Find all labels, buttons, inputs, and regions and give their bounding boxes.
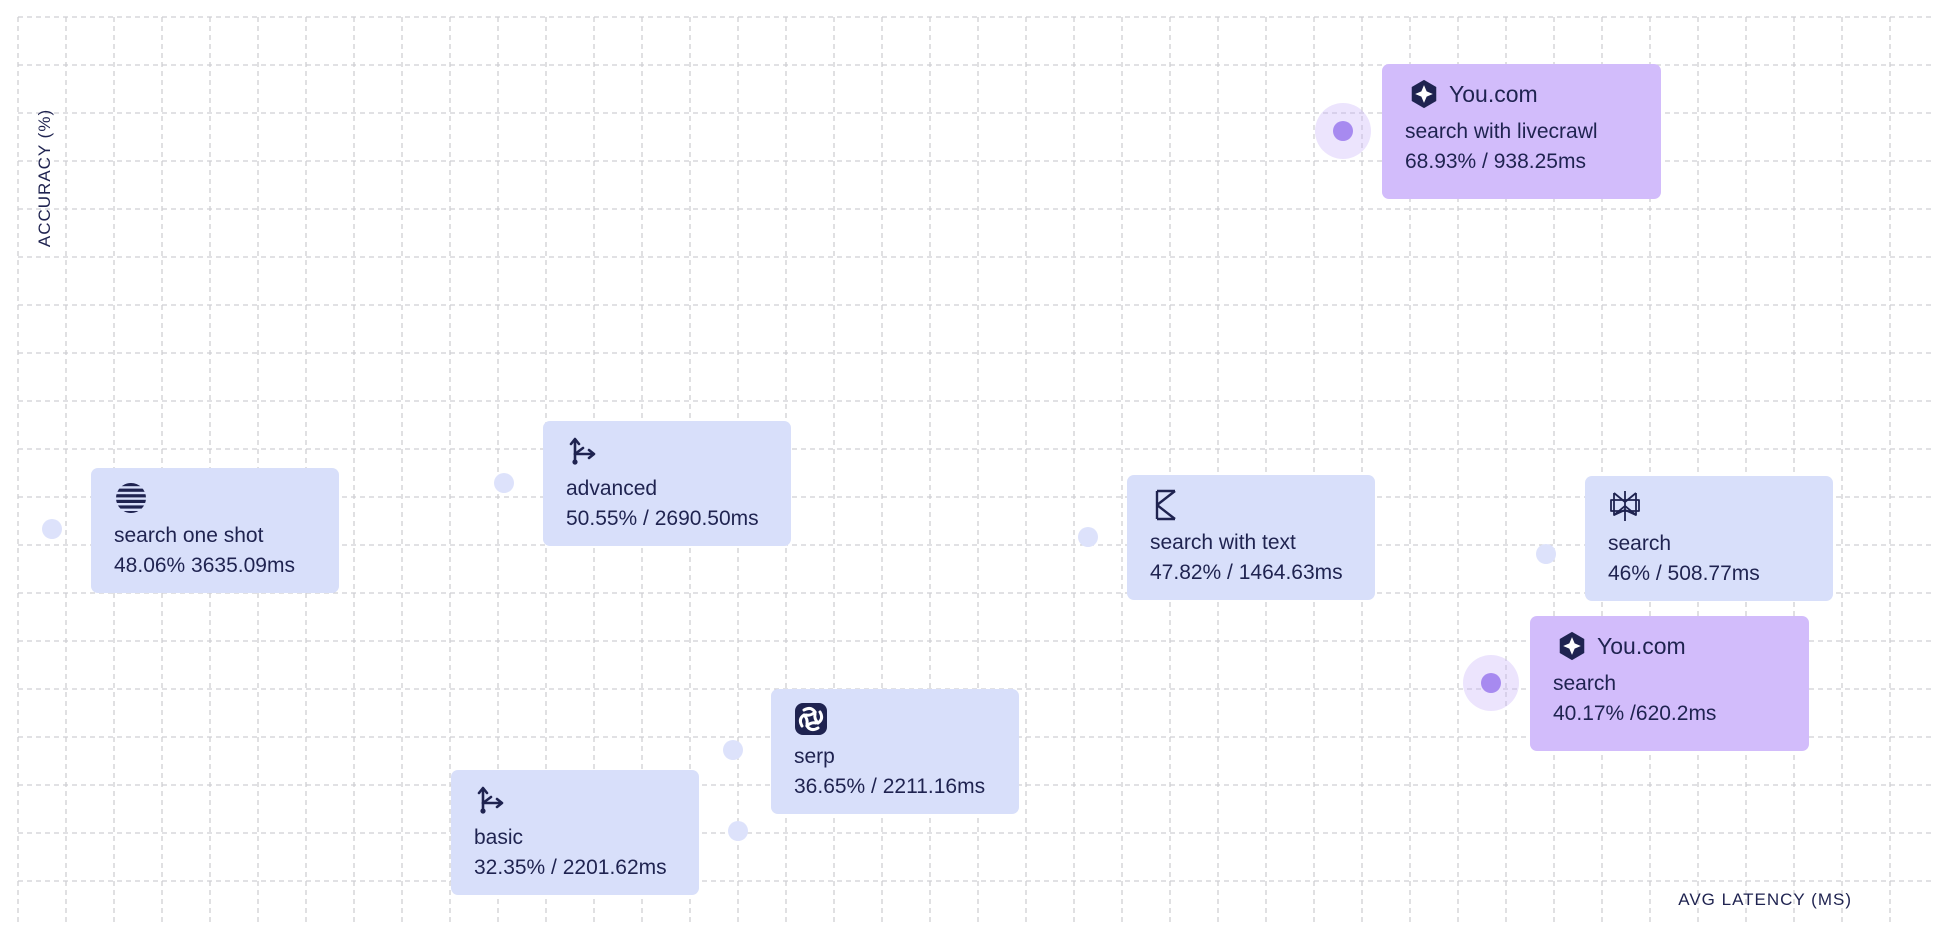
point-name: advanced: [566, 477, 658, 500]
data-point-search: [1536, 544, 1556, 564]
data-label-card-search-one-shot: search one shot 48.06% 3635.09ms: [91, 468, 339, 593]
branch-arrows-icon: [474, 783, 508, 817]
swirl-square-icon: [794, 702, 828, 736]
brand-row: You.com: [1405, 77, 1638, 111]
data-label-card-basic: basic 32.35% / 2201.62ms: [451, 770, 699, 895]
point-metric: 68.93% / 938.25ms: [1405, 150, 1586, 173]
point-metric: 36.65% / 2211.16ms: [794, 775, 986, 798]
star-lattice-icon: [1608, 489, 1642, 523]
data-point-basic: [728, 821, 748, 841]
you-com-logo-icon: [1409, 79, 1439, 109]
point-name: serp: [794, 745, 835, 768]
branch-arrows-icon: [566, 434, 600, 468]
data-point-advanced: [494, 473, 514, 493]
y-axis-label: ACCURACY (%): [35, 108, 54, 248]
point-metric: 46% / 508.77ms: [1608, 562, 1760, 585]
data-label-card-serp: serp 36.65% / 2211.16ms: [771, 689, 1019, 814]
point-name: search with livecrawl: [1405, 120, 1598, 143]
point-name: basic: [474, 826, 524, 849]
data-point-you-com-search-with-livecrawl: [1333, 121, 1353, 141]
scatter-chart: You.com search with livecrawl 68.93% / 938…: [0, 0, 1948, 942]
point-metric: 47.82% / 1464.63ms: [1150, 561, 1343, 584]
striped-globe-icon: [114, 481, 148, 515]
point-name: search one shot: [114, 524, 264, 547]
brand-name: You.com: [1597, 632, 1686, 659]
point-metric: 50.55% / 2690.50ms: [566, 507, 759, 530]
data-label-card-you-com-search-with-livecrawl: You.com search with livecrawl 68.93% / 938…: [1382, 64, 1661, 199]
point-name: search: [1608, 532, 1672, 555]
point-metric: 40.17% /620.2ms: [1553, 702, 1717, 725]
brand-name: You.com: [1449, 80, 1538, 107]
hourglass-k-icon: [1150, 488, 1184, 522]
data-point-you-com-search: [1481, 673, 1501, 693]
data-point-serp: [723, 740, 743, 760]
point-name: search with text: [1150, 531, 1296, 554]
data-label-card-you-com-search: You.com search 40.17% /620.2ms: [1530, 616, 1809, 751]
you-com-logo-icon: [1557, 631, 1587, 661]
data-label-card-advanced: advanced 50.55% / 2690.50ms: [543, 421, 791, 546]
point-name: search: [1553, 672, 1617, 695]
x-axis-label: AVG LATENCY (MS): [1678, 890, 1852, 909]
data-label-card-search-with-text: search with text 47.82% / 1464.63ms: [1127, 475, 1375, 600]
data-label-card-search: search 46% / 508.77ms: [1585, 476, 1833, 601]
point-metric: 32.35% / 2201.62ms: [474, 856, 667, 879]
point-metric: 48.06% 3635.09ms: [114, 554, 295, 577]
brand-row: You.com: [1553, 629, 1786, 663]
data-point-search-one-shot: [42, 519, 62, 539]
data-point-search-with-text: [1078, 527, 1098, 547]
